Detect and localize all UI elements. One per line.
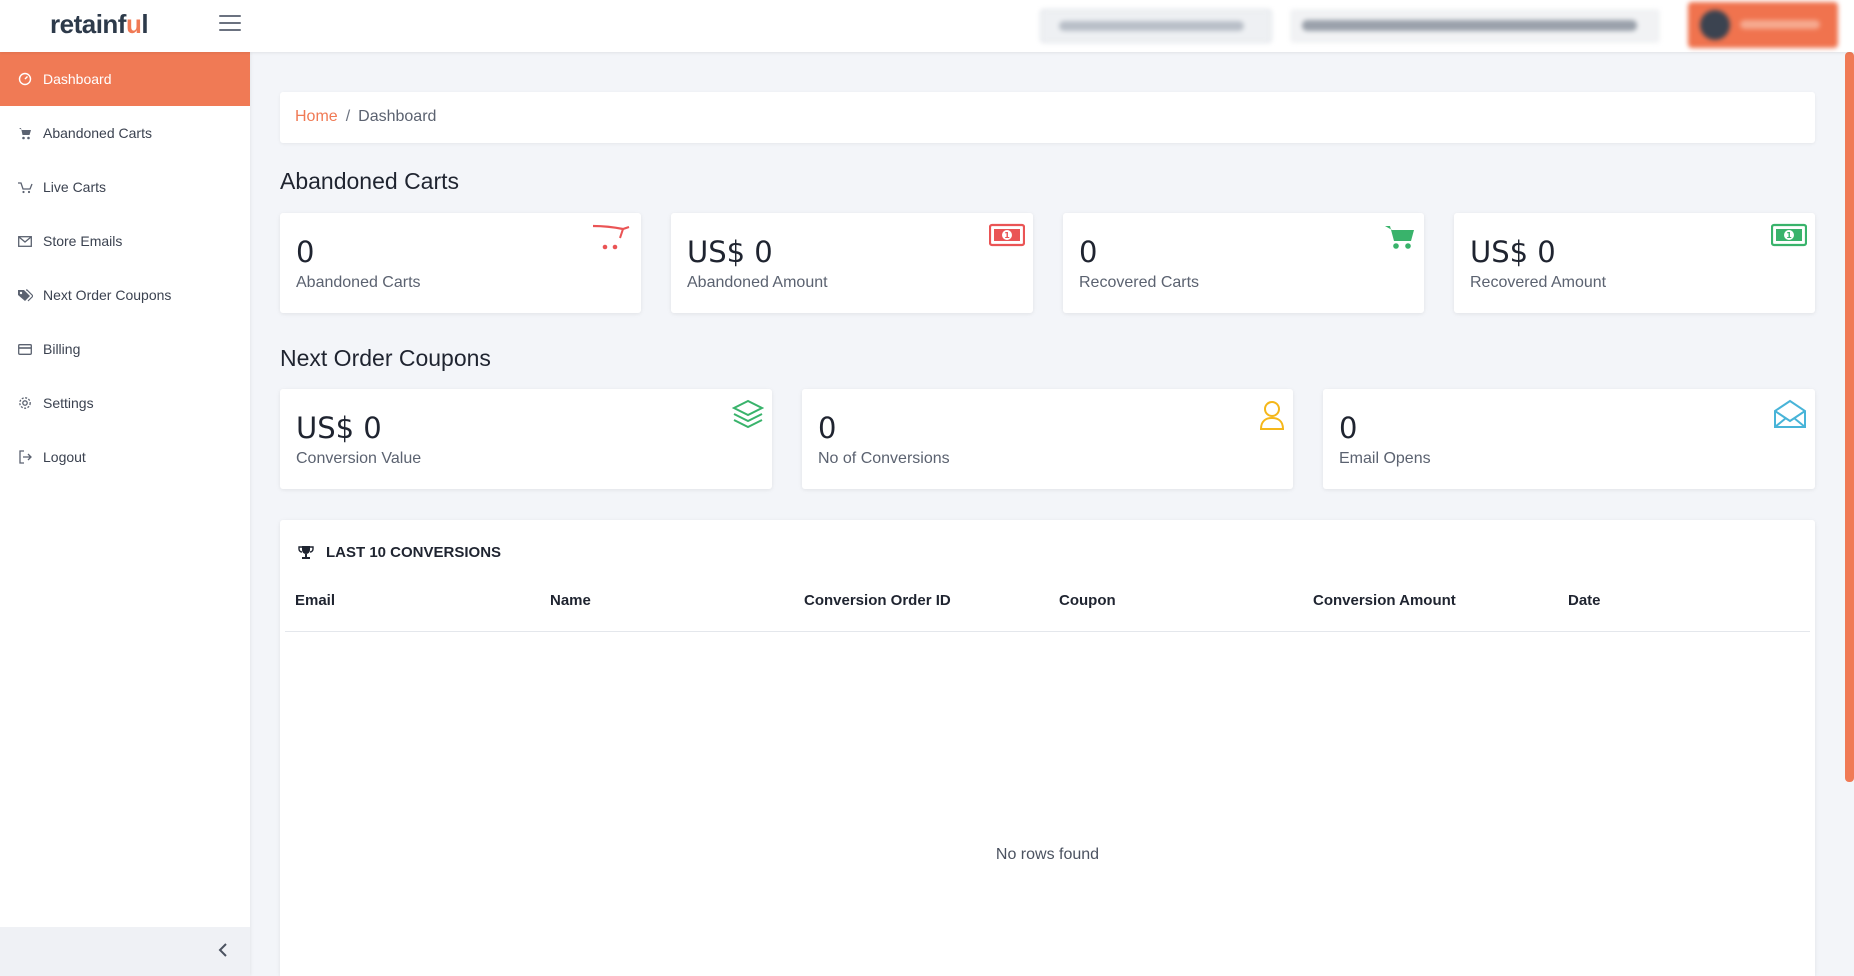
sidebar-item-next-order-coupons[interactable]: Next Order Coupons (0, 268, 250, 322)
last-conversions-title: LAST 10 CONVERSIONS (326, 544, 502, 561)
last-conversions-header: LAST 10 CONVERSIONS (298, 544, 501, 561)
account-email-dropdown[interactable] (1040, 9, 1272, 43)
layers-icon (732, 399, 764, 429)
sidebar-item-label: Next Order Coupons (43, 287, 172, 303)
breadcrumb-separator: / (345, 108, 351, 125)
sidebar-item-logout[interactable]: Logout (0, 430, 250, 484)
user-icon (1259, 401, 1285, 430)
column-header-email[interactable]: Email (295, 592, 335, 609)
envelope-open-icon (1774, 399, 1806, 428)
credit-card-icon (17, 341, 33, 357)
dashboard-icon (17, 71, 33, 87)
sidebar-collapse-bar (0, 927, 250, 976)
sidebar-item-label: Billing (43, 341, 81, 357)
last-conversions-card: LAST 10 CONVERSIONS Email Name Conversio… (280, 520, 1815, 976)
hamburger-menu-icon[interactable] (219, 15, 241, 33)
logout-icon (17, 449, 33, 465)
stat-value: 0 (296, 235, 315, 269)
stat-label: No of Conversions (818, 450, 950, 467)
column-header-conversion-amount[interactable]: Conversion Amount (1313, 592, 1456, 609)
stat-card-no-of-conversions: 0 No of Conversions (802, 389, 1293, 489)
svg-text:1: 1 (1786, 231, 1792, 240)
sidebar-item-label: Settings (43, 395, 94, 411)
column-header-conversion-order-id[interactable]: Conversion Order ID (804, 592, 951, 609)
money-icon: 1 (989, 223, 1025, 247)
breadcrumb: Home / Dashboard (280, 92, 1815, 143)
stat-card-email-opens: 0 Email Opens (1323, 389, 1815, 489)
stat-label: Abandoned Carts (296, 274, 421, 291)
trophy-icon (298, 546, 314, 559)
stat-card-recovered-amount: US$ 0 Recovered Amount 1 (1454, 213, 1815, 313)
stat-value: 0 (1339, 411, 1358, 445)
sidebar-item-label: Abandoned Carts (43, 125, 152, 141)
user-menu-button[interactable] (1688, 2, 1838, 48)
sidebar-item-label: Live Carts (43, 179, 107, 195)
stat-value: US$ 0 (1470, 235, 1556, 269)
stat-card-conversion-value: US$ 0 Conversion Value (280, 389, 772, 489)
page-scrollbar[interactable] (1845, 52, 1854, 782)
top-bar: retainful (0, 0, 1854, 52)
column-header-coupon[interactable]: Coupon (1059, 592, 1116, 609)
gear-icon (17, 395, 33, 411)
sidebar-item-dashboard[interactable]: Dashboard (0, 52, 250, 106)
tags-icon (17, 287, 33, 303)
avatar (1700, 10, 1730, 40)
money-icon: 1 (1771, 223, 1807, 247)
sidebar: Dashboard Abandoned Carts Live Carts Sto… (0, 52, 250, 976)
table-header-row: Email Name Conversion Order ID Coupon Co… (285, 592, 1810, 632)
sidebar-item-store-emails[interactable]: Store Emails (0, 214, 250, 268)
sidebar-item-billing[interactable]: Billing (0, 322, 250, 376)
sidebar-item-label: Logout (43, 449, 86, 465)
stat-label: Email Opens (1339, 450, 1431, 467)
breadcrumb-current: Dashboard (358, 108, 437, 125)
stat-card-abandoned-amount: US$ 0 Abandoned Amount 1 (671, 213, 1033, 313)
column-header-name[interactable]: Name (550, 592, 591, 609)
empty-table-message: No rows found (995, 846, 1100, 863)
column-header-date[interactable]: Date (1568, 592, 1601, 609)
chevron-left-icon[interactable] (218, 942, 228, 958)
breadcrumb-home-link[interactable]: Home (295, 108, 338, 125)
mail-icon (17, 233, 33, 249)
stat-card-recovered-carts: 0 Recovered Carts (1063, 213, 1424, 313)
stat-label: Abandoned Amount (687, 274, 828, 291)
sidebar-item-abandoned-carts[interactable]: Abandoned Carts (0, 106, 250, 160)
stat-value: US$ 0 (687, 235, 773, 269)
sidebar-item-label: Store Emails (43, 233, 123, 249)
stat-label: Recovered Carts (1079, 274, 1200, 291)
sidebar-item-live-carts[interactable]: Live Carts (0, 160, 250, 214)
stat-card-abandoned-carts: 0 Abandoned Carts (280, 213, 641, 313)
store-selector[interactable] (1290, 9, 1660, 43)
shopping-cart-icon (1385, 226, 1414, 249)
stat-label: Conversion Value (296, 450, 422, 467)
abandoned-carts-heading: Abandoned Carts (280, 168, 460, 194)
stat-label: Recovered Amount (1470, 274, 1607, 291)
sidebar-item-label: Dashboard (43, 71, 112, 87)
stat-value: 0 (818, 411, 837, 445)
live-cart-icon (17, 179, 33, 195)
logo[interactable]: retainful (50, 9, 149, 40)
svg-text:1: 1 (1004, 231, 1010, 240)
stat-value: US$ 0 (296, 411, 382, 445)
next-order-coupons-heading: Next Order Coupons (280, 345, 491, 371)
cart-icon (592, 224, 630, 250)
stat-value: 0 (1079, 235, 1098, 269)
cart-icon (17, 125, 33, 141)
sidebar-item-settings[interactable]: Settings (0, 376, 250, 430)
